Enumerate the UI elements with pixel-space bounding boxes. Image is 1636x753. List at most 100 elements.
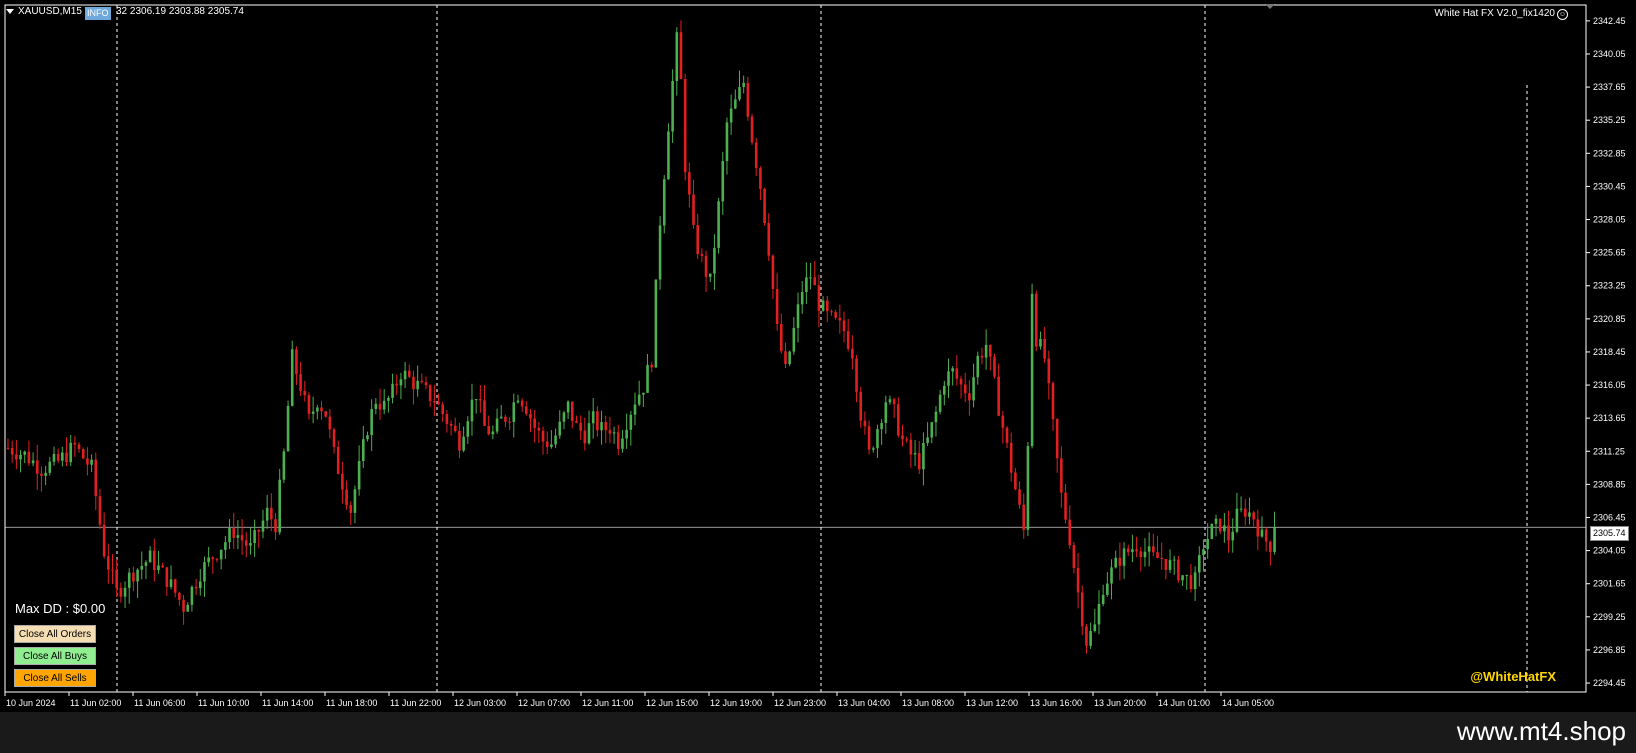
candle-body xyxy=(236,535,240,538)
candle-body xyxy=(132,572,135,582)
candle-body xyxy=(1030,293,1034,447)
candle-body xyxy=(947,371,950,386)
candle-body xyxy=(349,505,353,513)
y-tick-label: 2323.25 xyxy=(1593,281,1626,291)
candle-body xyxy=(148,550,152,563)
candle-body xyxy=(1223,525,1226,532)
candle-body xyxy=(1152,546,1155,553)
candle-body xyxy=(759,167,762,189)
candle-body xyxy=(366,435,369,440)
candle-body xyxy=(1064,492,1067,520)
candle-body xyxy=(596,411,599,431)
close-all-orders-button[interactable]: Close All Orders xyxy=(14,625,96,643)
candle-body xyxy=(466,421,470,437)
candle-body xyxy=(94,459,98,497)
candle-body xyxy=(788,351,791,365)
candle-body xyxy=(395,383,399,386)
close-all-sells-button[interactable]: Close All Sells xyxy=(14,669,96,687)
candle-body xyxy=(153,550,156,571)
chart-window[interactable]: 2342.45 2340.05 2337.65 2335.25 2332.85 2330.… xyxy=(0,0,1636,753)
y-tick-label: 2342.45 xyxy=(1593,16,1626,26)
candle-body xyxy=(1034,293,1038,347)
plot-frame xyxy=(4,4,1587,693)
x-tick-label: 11 Jun 18:00 xyxy=(326,698,377,708)
candle-body xyxy=(579,422,582,431)
candle-body xyxy=(420,380,424,383)
candle-body xyxy=(959,378,963,385)
candle-body xyxy=(917,453,921,470)
candle-body xyxy=(190,586,194,605)
chevron-down-icon[interactable] xyxy=(6,8,14,14)
candle-body xyxy=(525,406,528,414)
candle-body xyxy=(194,586,198,589)
candle-body xyxy=(31,460,35,464)
candle-body xyxy=(512,402,516,422)
candle-body xyxy=(1248,512,1251,517)
candle-body xyxy=(784,351,787,365)
indicator-name-text: White Hat FX V2.0_fix1420 xyxy=(1434,8,1555,19)
candle-body xyxy=(1122,548,1126,566)
candle-body xyxy=(211,557,215,560)
candle-body xyxy=(73,442,77,445)
candle-body xyxy=(412,376,415,390)
x-tick-label: 14 Jun 01:00 xyxy=(1158,698,1210,708)
x-tick-label: 13 Jun 08:00 xyxy=(902,698,954,708)
candle-body xyxy=(913,453,917,455)
candle-body xyxy=(662,179,666,226)
candle-body xyxy=(1106,583,1109,595)
candle-body xyxy=(1239,508,1243,510)
candle-body xyxy=(1026,446,1030,530)
candle-body xyxy=(428,385,432,402)
footer-bar: www.mt4.shop xyxy=(0,712,1636,753)
candle-body xyxy=(746,82,750,117)
candle-body xyxy=(35,460,39,474)
candle-body xyxy=(1093,624,1097,632)
candle-body xyxy=(1072,545,1076,568)
candle-body xyxy=(1126,548,1130,553)
y-tick-label: 2325.65 xyxy=(1593,248,1626,258)
candle-body xyxy=(169,579,173,587)
candle-body xyxy=(642,392,645,395)
candle-body xyxy=(738,87,741,100)
candle-body xyxy=(825,300,829,312)
candle-body xyxy=(704,255,708,277)
candle-body xyxy=(332,429,336,447)
candle-body xyxy=(692,194,695,225)
candle-body xyxy=(625,429,628,439)
candle-body xyxy=(554,435,557,445)
candle-body xyxy=(23,451,27,455)
candle-body xyxy=(504,416,507,422)
candle-body xyxy=(165,567,169,587)
candle-body xyxy=(1168,559,1172,570)
candle-body xyxy=(792,327,796,352)
chart-shift-marker-icon[interactable] xyxy=(1265,4,1275,9)
candle-body xyxy=(545,441,549,448)
close-all-buys-button[interactable]: Close All Buys xyxy=(14,647,96,665)
price-chart[interactable]: 2342.45 2340.05 2337.65 2335.25 2332.85 2330.… xyxy=(0,0,1636,753)
candle-body xyxy=(479,399,482,401)
candle-body xyxy=(767,222,771,256)
x-tick-label: 12 Jun 15:00 xyxy=(646,698,698,708)
candle-body xyxy=(186,604,190,612)
candle-body xyxy=(336,446,340,474)
candle-body xyxy=(558,421,562,436)
candle-body xyxy=(529,413,532,419)
candle-body xyxy=(1189,575,1193,590)
candle-body xyxy=(81,449,85,459)
y-tick-label: 2308.85 xyxy=(1593,479,1626,489)
candle-body xyxy=(161,565,164,568)
candle-body xyxy=(86,458,89,465)
candle-body xyxy=(353,489,357,513)
candle-body xyxy=(111,569,114,571)
y-tick-label: 2304.05 xyxy=(1593,546,1626,556)
info-badge[interactable]: INFO xyxy=(85,7,111,20)
candle-body xyxy=(224,542,227,550)
candle-body xyxy=(696,224,699,255)
candle-body xyxy=(295,349,298,375)
candle-body xyxy=(742,82,745,88)
symbol-label[interactable]: XAUUSD,M15 xyxy=(6,6,82,17)
candle-body xyxy=(1097,603,1101,625)
candle-body xyxy=(905,439,908,441)
candle-body xyxy=(1252,512,1255,520)
candle-body xyxy=(90,459,93,465)
